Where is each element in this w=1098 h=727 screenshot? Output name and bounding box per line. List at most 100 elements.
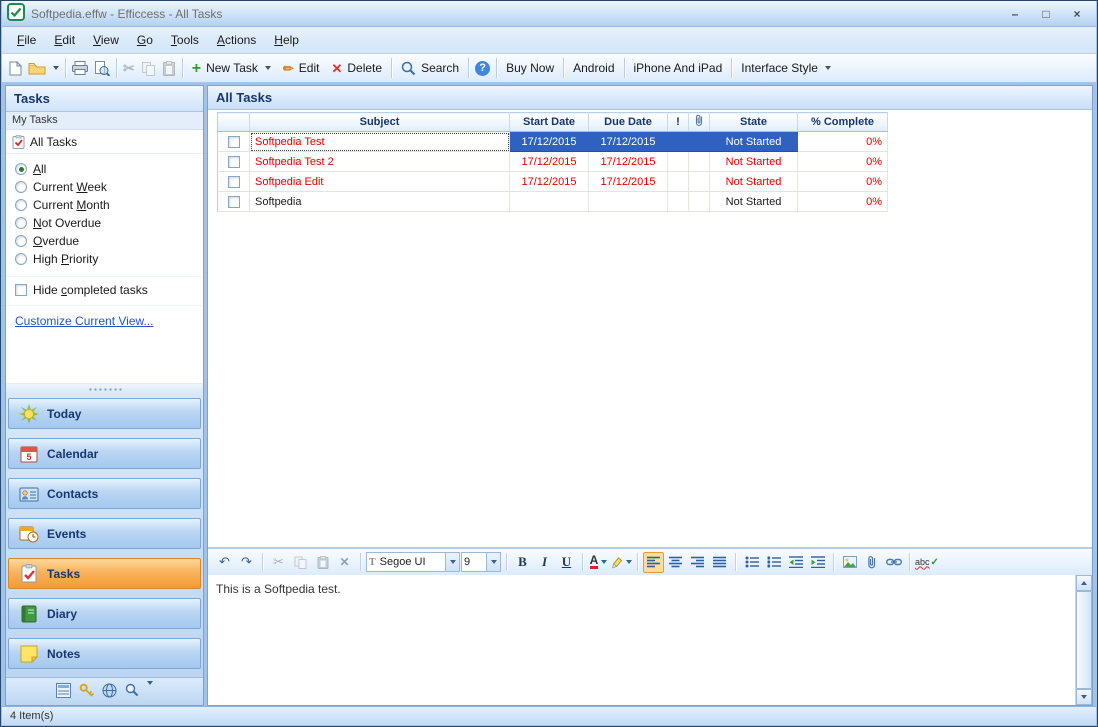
row-select-cell[interactable] [217,131,250,152]
insert-link-button[interactable] [883,552,904,573]
chevron-down-icon[interactable] [445,553,459,571]
customize-view-link[interactable]: Customize Current View... [15,314,154,328]
font-size-select[interactable]: 9 [461,552,501,572]
col-attachment[interactable] [688,112,710,132]
delete-button[interactable]: ✕ [334,552,355,573]
nav-calendar[interactable]: 5 Calendar [8,438,201,469]
nav-events[interactable]: Events [8,518,201,549]
open-file-button[interactable] [25,59,62,78]
sidebar-splitter[interactable] [6,383,203,395]
menu-view[interactable]: View [84,29,128,51]
scroll-thumb[interactable] [1076,591,1092,689]
task-complete[interactable]: 0% [797,131,888,152]
align-right-button[interactable] [687,552,708,573]
close-button[interactable]: × [1063,5,1091,23]
password-button[interactable] [79,683,95,701]
task-attachment[interactable] [688,131,710,152]
filter-overdue[interactable]: Overdue [6,232,203,250]
col-start-date[interactable]: Start Date [509,112,589,132]
undo-button[interactable]: ↶ [214,552,235,573]
web-button[interactable] [102,683,117,701]
sidebar-item-all-tasks[interactable]: All Tasks [6,130,203,154]
menu-actions[interactable]: Actions [208,29,265,51]
row-select-cell[interactable] [217,191,250,212]
editor-scrollbar[interactable] [1075,575,1092,705]
print-preview-button[interactable] [91,58,113,79]
nav-tasks[interactable]: Tasks [8,558,201,589]
bold-button[interactable]: B [512,552,533,573]
col-priority[interactable]: ! [667,112,689,132]
row-checkbox[interactable] [227,135,240,148]
iphone-ipad-button[interactable]: iPhone And iPad [628,58,729,78]
row-checkbox[interactable] [227,175,240,188]
row-checkbox[interactable] [227,155,240,168]
more-tools-button[interactable] [147,680,153,699]
cut-button[interactable]: ✂ [120,58,138,78]
print-button[interactable] [69,58,91,78]
filter-current-month[interactable]: Current Month [6,196,203,214]
cut-button[interactable]: ✂ [268,552,289,573]
task-subject[interactable]: Softpedia [249,191,510,212]
align-center-button[interactable] [665,552,686,573]
paste-button[interactable] [159,58,179,79]
task-attachment[interactable] [688,171,710,192]
task-state[interactable]: Not Started [709,131,798,152]
task-complete[interactable]: 0% [797,171,888,192]
note-content[interactable]: This is a Softpedia test. [208,575,1075,705]
search-button[interactable]: Search [395,58,465,79]
task-due-date[interactable]: 17/12/2015 [588,151,668,172]
task-due-date[interactable]: 17/12/2015 [588,131,668,152]
task-attachment[interactable] [688,191,710,212]
underline-button[interactable]: U [556,552,577,573]
redo-button[interactable]: ↷ [236,552,257,573]
help-button[interactable]: ? [472,58,493,79]
task-start-date[interactable]: 17/12/2015 [509,151,589,172]
spellcheck-button[interactable]: abc ✓ [915,552,939,573]
col-state[interactable]: State [709,112,798,132]
scroll-down-button[interactable] [1076,689,1092,705]
outdent-button[interactable] [785,552,806,573]
row-select-cell[interactable] [217,151,250,172]
paste-button[interactable] [312,552,333,573]
task-start-date[interactable]: 17/12/2015 [509,131,589,152]
task-priority[interactable] [667,191,689,212]
delete-task-button[interactable]: ✕ Delete [325,58,388,78]
task-start-date[interactable] [509,191,589,212]
nav-today[interactable]: Today [8,398,201,429]
nav-contacts[interactable]: Contacts [8,478,201,509]
menu-go[interactable]: Go [128,29,162,51]
task-priority[interactable] [667,131,689,152]
indent-button[interactable] [807,552,828,573]
task-due-date[interactable]: 17/12/2015 [588,171,668,192]
menu-tools[interactable]: Tools [162,29,208,51]
edit-task-button[interactable]: ✏ Edit [277,58,326,78]
row-select-cell[interactable] [217,171,250,192]
numbered-list-button[interactable] [763,552,784,573]
task-attachment[interactable] [688,151,710,172]
task-state[interactable]: Not Started [709,171,798,192]
task-priority[interactable] [667,151,689,172]
attach-file-button[interactable] [861,552,882,573]
justify-button[interactable] [709,552,730,573]
row-checkbox[interactable] [227,195,240,208]
task-subject[interactable]: Softpedia Edit [249,171,510,192]
col-select[interactable] [217,112,250,132]
nav-diary[interactable]: Diary [8,598,201,629]
scroll-up-button[interactable] [1076,575,1092,591]
copy-button[interactable] [290,552,311,573]
task-complete[interactable]: 0% [797,151,888,172]
insert-image-button[interactable] [839,552,860,573]
task-due-date[interactable] [588,191,668,212]
panel-list-button[interactable] [56,682,71,701]
nav-notes[interactable]: Notes [8,638,201,669]
filter-not-overdue[interactable]: Not Overdue [6,214,203,232]
highlight-button[interactable] [610,552,632,573]
interface-style-button[interactable]: Interface Style [735,58,837,78]
filter-current-week[interactable]: Current Week [6,178,203,196]
new-task-button[interactable]: + New Task [186,58,277,78]
buy-now-button[interactable]: Buy Now [500,58,560,78]
task-subject[interactable]: Softpedia Test 2 [249,151,510,172]
menu-file[interactable]: File [8,29,45,51]
task-state[interactable]: Not Started [709,191,798,212]
filter-all[interactable]: All [6,160,203,178]
